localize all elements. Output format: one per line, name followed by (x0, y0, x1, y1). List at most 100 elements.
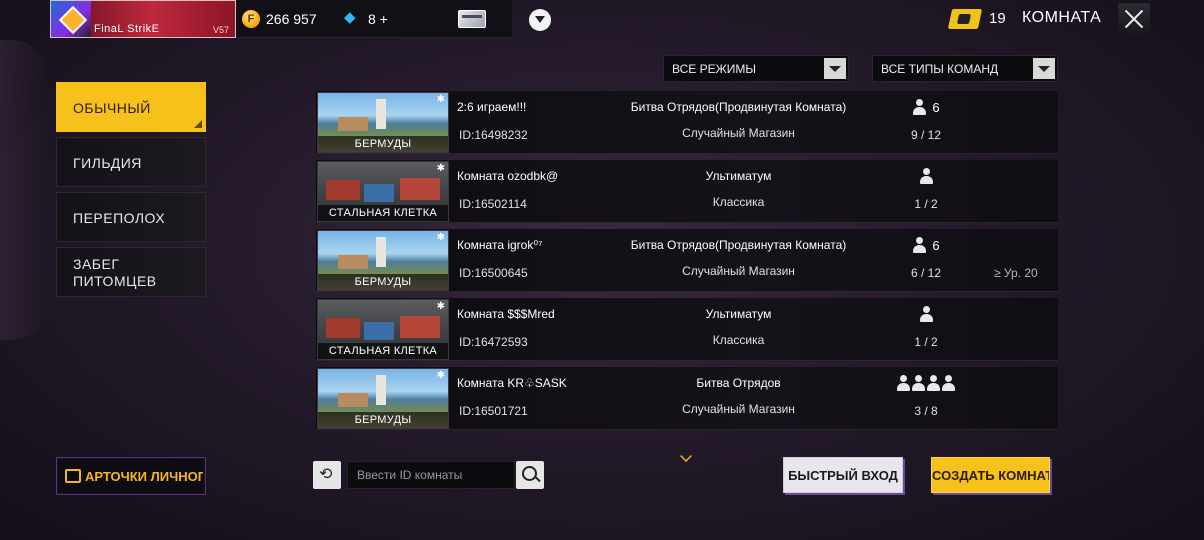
page-title: КОМНАТА (1022, 9, 1102, 26)
map-scenery (364, 184, 394, 202)
map-scenery (376, 99, 386, 129)
chevron-down-icon[interactable] (824, 58, 846, 79)
quick-join-button[interactable]: БЫСТРЫЙ ВХОД (783, 457, 903, 493)
room-id: ID:16472593 (459, 335, 528, 349)
room-mode: Битва Отрядов(Продвинутая Комната) (630, 100, 847, 114)
gold-coin-icon: F (242, 10, 260, 28)
room-id: ID:16498232 (459, 128, 528, 142)
map-scenery (326, 318, 360, 338)
team-size-indicator (876, 375, 976, 393)
pin-icon: ✱ (436, 232, 445, 243)
room-id: ID:16501721 (459, 404, 528, 418)
map-thumbnail: ✱ БЕРМУДЫ (317, 92, 449, 153)
person-icon (927, 375, 940, 391)
player-name: FinaL StrikE (94, 23, 160, 35)
room-mode: Ультиматум (705, 169, 772, 183)
room-submode: Случайный Магазин (682, 264, 795, 278)
room-mode: Ультиматум (705, 307, 772, 321)
mode-tab-scramble[interactable]: ПЕРЕПОЛОХ (56, 192, 206, 242)
player-count: 1 / 2 (914, 335, 938, 349)
map-scenery (376, 237, 386, 267)
room-id: ID:16502114 (459, 197, 527, 211)
diamond-amount[interactable]: 8 + (368, 11, 388, 27)
team-type-filter-label: ВСЕ ТИПЫ КОМАНД (881, 62, 999, 76)
team-size-indicator (876, 168, 976, 186)
player-count: 3 / 8 (914, 404, 938, 418)
avatar[interactable] (51, 1, 91, 37)
gold-amount: 266 957 (266, 11, 317, 27)
mode-tab-guild[interactable]: ГИЛЬДИЯ (56, 137, 206, 187)
player-count: 9 / 12 (910, 128, 942, 142)
currency-panel: F 266 957 ◆ 8 + (236, 0, 512, 38)
chevron-down-icon[interactable] (1033, 58, 1055, 79)
map-name: БЕРМУДЫ (318, 274, 448, 290)
map-scenery (400, 316, 440, 338)
room-row[interactable]: ✱ СТАЛЬНАЯ КЛЕТКА Комната $$$Mred ID:164… (316, 298, 1058, 361)
person-icon (919, 306, 933, 322)
room-row[interactable]: ✱ БЕРМУДЫ Комната KR♧SASK ID:16501721 Би… (316, 367, 1058, 430)
mode-tab-label: ГИЛЬДИЯ (73, 155, 142, 171)
close-button[interactable] (1118, 3, 1150, 35)
personal-cards-button[interactable]: АРТОЧКИ ЛИЧНОГО (56, 457, 206, 495)
map-name: СТАЛЬНАЯ КЛЕТКА (318, 205, 448, 221)
room-submode: Случайный Магазин (682, 126, 795, 140)
refresh-button[interactable] (313, 461, 341, 489)
quick-join-label: БЫСТРЫЙ ВХОД (788, 468, 898, 483)
map-thumbnail: ✱ БЕРМУДЫ (317, 230, 449, 291)
room-name: Комната ozodbk@ (457, 169, 559, 183)
mode-filter-dropdown[interactable]: ВСЕ РЕЖИМЫ (663, 55, 849, 82)
room-name: 2:6 играем!!! (457, 100, 527, 114)
top-bar: FinaL StrikE V57 F 266 957 ◆ 8 + 19 КОМН… (0, 0, 1204, 40)
player-count: 6 / 12 (910, 266, 942, 280)
person-icon (913, 99, 927, 115)
team-size: 6 (932, 100, 940, 115)
room-row[interactable]: ✱ БЕРМУДЫ Комната igrok⁰⁷ ID:16500645 Би… (316, 229, 1058, 292)
room-mode: Битва Отрядов(Продвинутая Комната) (630, 238, 847, 252)
person-icon (912, 375, 925, 391)
map-scenery (326, 180, 360, 200)
diamond-icon: ◆ (344, 9, 356, 26)
star-icon: ✱ (436, 370, 445, 381)
mode-tab-label: ПЕРЕПОЛОХ (73, 210, 166, 226)
player-tag: V57 (212, 25, 229, 35)
ticket-count: 19 (989, 10, 1006, 27)
search-button[interactable] (516, 461, 544, 489)
room-submode: Классика (712, 195, 765, 209)
background-glow (0, 40, 50, 340)
create-room-label: СОЗДАТЬ КОМНАТУ (932, 468, 1050, 483)
mode-filter-label: ВСЕ РЕЖИМЫ (672, 62, 756, 76)
star-icon: ✱ (436, 163, 445, 174)
map-scenery (376, 375, 386, 405)
room-row[interactable]: ✱ БЕРМУДЫ 2:6 играем!!! ID:16498232 Битв… (316, 91, 1058, 154)
person-icon (942, 375, 955, 391)
map-scenery (400, 178, 440, 200)
create-room-button[interactable]: СОЗДАТЬ КОМНАТУ (931, 457, 1050, 493)
map-scenery (338, 117, 368, 131)
room-row[interactable]: ✱ СТАЛЬНАЯ КЛЕТКА Комната ozodbk@ ID:165… (316, 160, 1058, 223)
profile-banner[interactable]: FinaL StrikE V57 (50, 0, 236, 38)
download-icon[interactable] (529, 9, 551, 31)
cards-icon (65, 469, 81, 483)
membership-card-icon[interactable] (458, 10, 486, 28)
map-thumbnail: ✱ СТАЛЬНАЯ КЛЕТКА (317, 299, 449, 360)
room-submode: Случайный Магазин (682, 402, 795, 416)
room-name: Комната $$$Mred (457, 307, 555, 321)
scroll-down-chevron-icon[interactable] (680, 450, 692, 462)
room-submode: Классика (712, 333, 765, 347)
map-thumbnail: ✱ БЕРМУДЫ (317, 368, 449, 429)
team-size: 6 (932, 238, 940, 253)
star-icon: ✱ (436, 94, 445, 105)
person-icon (913, 237, 927, 253)
room-card-ticket-icon (947, 9, 983, 29)
team-size-indicator: 6 (876, 237, 976, 255)
room-id-input[interactable] (347, 461, 515, 489)
map-scenery (338, 393, 368, 407)
room-mode: Битва Отрядов (696, 376, 781, 390)
mode-tab-pet-rush[interactable]: ЗАБЕГ ПИТОМЦЕВ (56, 247, 206, 297)
mode-tab-label: ОБЫЧНЫЙ (73, 100, 151, 116)
star-icon: ✱ (436, 301, 445, 312)
map-name: БЕРМУДЫ (318, 136, 448, 152)
mode-tab-normal[interactable]: ОБЫЧНЫЙ (56, 82, 206, 132)
team-type-filter-dropdown[interactable]: ВСЕ ТИПЫ КОМАНД (872, 55, 1058, 82)
person-icon (897, 375, 910, 391)
